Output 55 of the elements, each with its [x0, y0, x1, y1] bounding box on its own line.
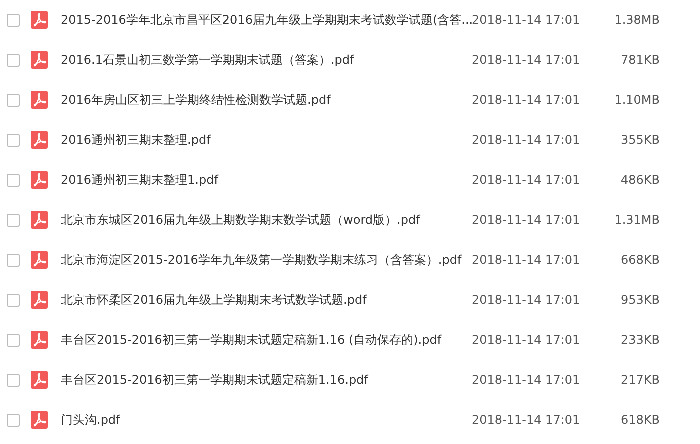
modified-date: 2018-11-14 17:01 [472, 132, 582, 149]
modified-date: 2018-11-14 17:01 [472, 12, 582, 29]
file-size: 486KB [620, 172, 660, 189]
file-size: 217KB [620, 372, 660, 389]
pdf-file-icon [31, 171, 48, 189]
pdf-file-icon [31, 371, 48, 389]
file-size: 781KB [620, 52, 660, 69]
file-name[interactable]: 2016年房山区初三上学期终结性检测数学试题.pdf [61, 91, 471, 109]
modified-date: 2018-11-14 17:01 [472, 92, 582, 109]
file-name[interactable]: 北京市怀柔区2016届九年级上学期期末考试数学试题.pdf [61, 291, 471, 309]
checkbox[interactable] [7, 254, 20, 266]
file-size: 355KB [620, 132, 660, 149]
checkbox[interactable] [7, 414, 20, 426]
file-size: 1.38MB [614, 12, 660, 29]
pdf-file-icon [31, 211, 48, 229]
checkbox[interactable] [7, 214, 20, 226]
file-size: 1.10MB [614, 92, 660, 109]
modified-date: 2018-11-14 17:01 [472, 52, 582, 69]
modified-date: 2018-11-14 17:01 [472, 412, 582, 429]
checkbox[interactable] [7, 94, 20, 106]
file-size: 618KB [620, 412, 660, 429]
checkbox[interactable] [7, 134, 20, 146]
modified-date: 2018-11-14 17:01 [472, 332, 582, 349]
pdf-file-icon [31, 91, 48, 109]
file-size: 233KB [620, 332, 660, 349]
modified-date: 2018-11-14 17:01 [472, 252, 582, 269]
file-name[interactable]: 北京市东城区2016届九年级上期数学期末数学试题（word版）.pdf [61, 211, 471, 229]
checkbox[interactable] [7, 294, 20, 306]
checkbox[interactable] [7, 374, 20, 386]
modified-date: 2018-11-14 17:01 [472, 292, 582, 309]
file-name[interactable]: 2015-2016学年北京市昌平区2016届九年级上学期期末考试数学试题(含答... [61, 11, 471, 29]
file-name[interactable]: 丰台区2015-2016初三第一学期期末试题定稿新1.16 (自动保存的).pdf [61, 331, 471, 349]
checkbox[interactable] [7, 54, 20, 66]
pdf-file-icon [31, 291, 48, 309]
checkbox[interactable] [7, 174, 20, 186]
pdf-file-icon [31, 51, 48, 69]
file-size: 953KB [620, 292, 660, 309]
modified-date: 2018-11-14 17:01 [472, 372, 582, 389]
file-size: 668KB [620, 252, 660, 269]
modified-date: 2018-11-14 17:01 [472, 172, 582, 189]
file-name[interactable]: 2016通州初三期末整理.pdf [61, 131, 471, 149]
file-name[interactable]: 2016通州初三期末整理1.pdf [61, 171, 471, 189]
pdf-file-icon [31, 411, 48, 429]
file-name[interactable]: 门头沟.pdf [61, 411, 471, 429]
file-name[interactable]: 2016.1石景山初三数学第一学期期末试题（答案）.pdf [61, 51, 471, 69]
pdf-file-icon [31, 11, 48, 29]
pdf-file-icon [31, 331, 48, 349]
file-size: 1.31MB [614, 212, 660, 229]
modified-date: 2018-11-14 17:01 [472, 212, 582, 229]
file-name[interactable]: 北京市海淀区2015-2016学年九年级第一学期数学期末练习（含答案）.pdf [61, 251, 471, 269]
checkbox[interactable] [7, 334, 20, 346]
file-name[interactable]: 丰台区2015-2016初三第一学期期末试题定稿新1.16.pdf [61, 371, 471, 389]
checkbox[interactable] [7, 14, 20, 26]
pdf-file-icon [31, 131, 48, 149]
pdf-file-icon [31, 251, 48, 269]
